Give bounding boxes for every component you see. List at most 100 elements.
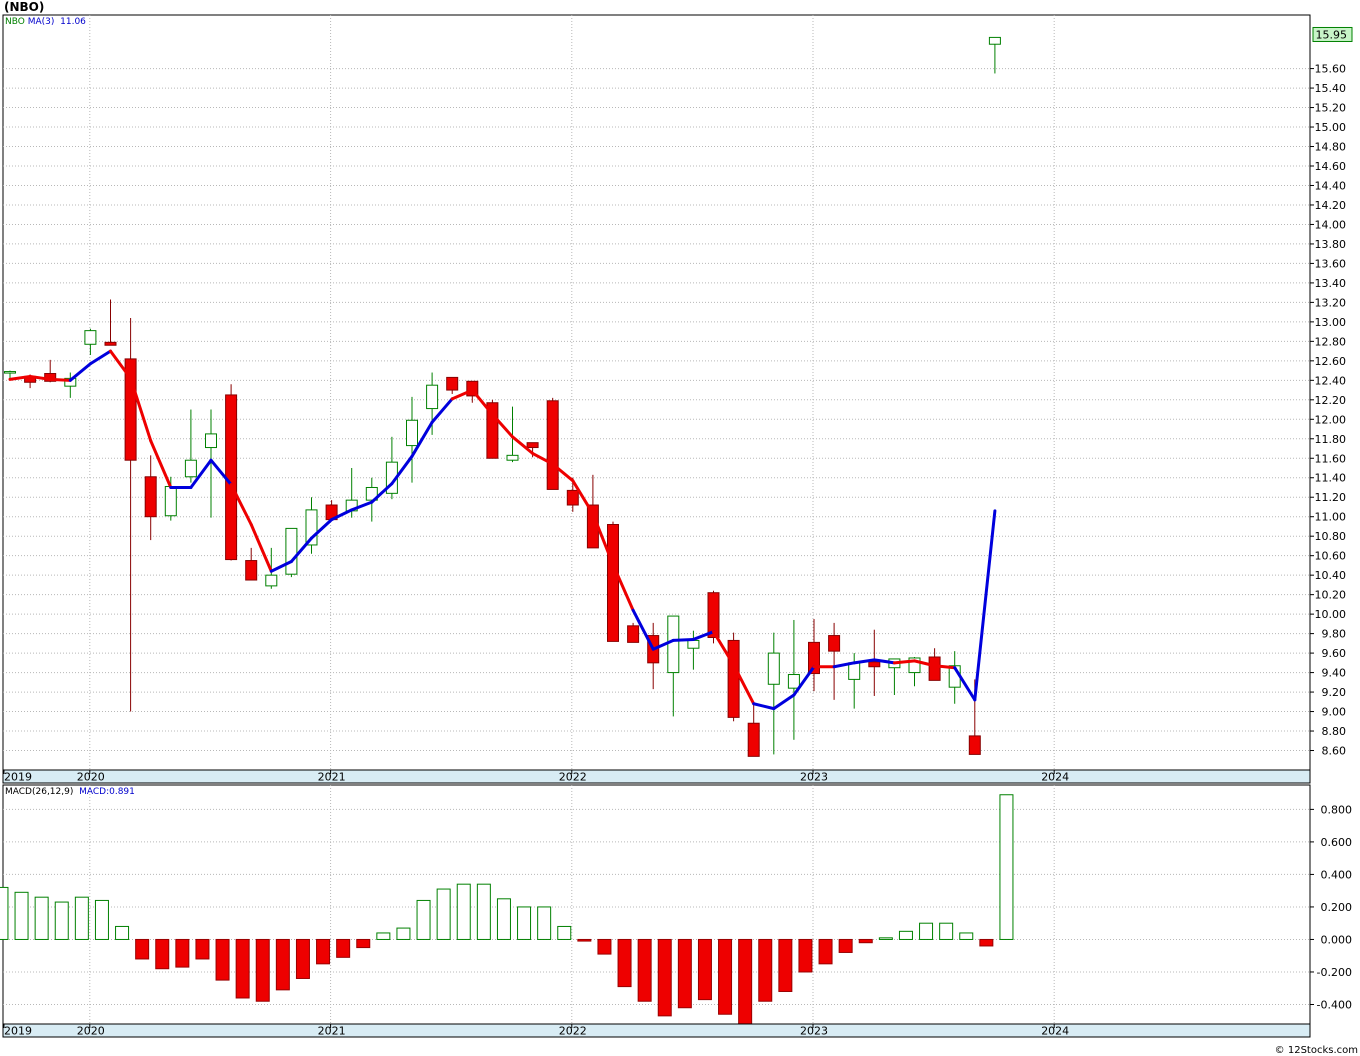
macd-legend: MACD(26,12,9) MACD:0.891: [5, 787, 135, 797]
macd-bar: [0, 886, 9, 940]
site-credit: © 12Stocks.com: [1274, 1045, 1358, 1056]
macd-panel: 0.800 0.600 0.400 0.200 0.000 -0.200 -0.400 201…: [0, 784, 1353, 1038]
price-tick-label: 14.60: [1315, 160, 1347, 173]
macd-bar: [496, 898, 511, 940]
macd-tick-label: -0.200: [1317, 966, 1352, 979]
macd-bar: [959, 932, 974, 940]
legend-macd-value: MACD:0.891: [79, 787, 135, 797]
price-tick-label: 12.20: [1315, 394, 1347, 407]
candle-body: [607, 524, 619, 642]
stock-chart: 8.60 8.80 9.00 9.20 9.40 9.60 9.80 10.00 10.20 10…: [0, 14, 1353, 1038]
macd-bar: [939, 922, 954, 940]
macd-tick-label: 0.200: [1321, 901, 1353, 914]
macd-tick-label: 0.000: [1321, 933, 1353, 946]
price-tick-label: 13.60: [1315, 257, 1347, 270]
price-x-tick-label: 2022: [559, 771, 587, 784]
price-tick-label: 15.40: [1315, 82, 1347, 95]
macd-bar: [718, 938, 733, 1015]
price-x-tick-label: 2021: [318, 771, 346, 784]
candle-body: [526, 442, 539, 449]
price-tick-label: 9.00: [1322, 706, 1347, 719]
macd-bar: [818, 938, 833, 965]
macd-x-tick-label: 2022: [559, 1025, 587, 1038]
macd-bar: [979, 938, 994, 947]
macd-bar: [758, 938, 773, 1002]
candle-body: [184, 459, 197, 478]
candle: [225, 384, 238, 561]
price-tick-label: 10.80: [1315, 530, 1347, 543]
macd-bar: [155, 938, 170, 970]
macd-tick-label: 0.400: [1321, 868, 1353, 881]
macd-bar: [617, 938, 632, 988]
price-tick-label: 11.80: [1315, 433, 1347, 446]
macd-bar: [34, 896, 49, 940]
macd-bar: [738, 938, 753, 1025]
macd-x-tick-label: 2021: [318, 1025, 346, 1038]
price-tick-label: 8.80: [1322, 725, 1347, 738]
price-tick-label: 9.20: [1322, 686, 1347, 699]
price-tick-label: 10.40: [1315, 569, 1347, 582]
candle-body: [104, 341, 117, 346]
price-tick-label: 15.20: [1315, 102, 1347, 115]
price-tick-label: 13.40: [1315, 277, 1347, 290]
price-tick-label: 14.40: [1315, 179, 1347, 192]
macd-bar: [557, 925, 572, 940]
macd-bar: [275, 938, 290, 991]
candle: [727, 632, 740, 722]
macd-bar: [657, 938, 672, 1017]
candle: [546, 397, 559, 490]
price-tick-label: 12.60: [1315, 355, 1347, 368]
candle-body: [4, 371, 16, 374]
candle-body: [928, 656, 941, 681]
legend-ma-label: MA(3): [27, 17, 55, 27]
candle-body: [828, 635, 841, 652]
price-x-tick-label: 2024: [1041, 771, 1069, 784]
price-tick-label: 13.00: [1315, 316, 1347, 329]
macd-bar: [376, 932, 391, 940]
macd-bar: [597, 938, 612, 955]
macd-bar: [195, 938, 210, 960]
macd-bar: [94, 899, 109, 940]
candle-body: [406, 419, 418, 447]
price-tick-label: 12.00: [1315, 413, 1347, 426]
last-price-label: 15.95: [1316, 28, 1348, 41]
candle-body: [285, 527, 298, 575]
macd-bar: [999, 794, 1014, 940]
candle-body: [687, 639, 700, 649]
candle-body: [727, 639, 740, 718]
macd-x-tick-label: 2020: [77, 1025, 105, 1038]
macd-bar: [798, 938, 813, 973]
price-x-tick-label: 2020: [77, 771, 105, 784]
macd-bar: [778, 938, 793, 992]
macd-bar: [255, 938, 270, 1002]
candle-body: [848, 662, 861, 680]
macd-bar: [919, 922, 934, 940]
macd-x-tick-label: 2024: [1041, 1025, 1069, 1038]
candle-body: [164, 486, 177, 517]
macd-bar: [637, 938, 652, 1002]
price-tick-label: 11.40: [1315, 472, 1347, 485]
macd-bar: [878, 937, 893, 940]
macd-bar: [537, 906, 552, 940]
candle-body: [205, 433, 217, 449]
macd-bar: [436, 888, 451, 940]
macd-plot-area: [2, 784, 1311, 1025]
price-tick-label: 11.00: [1315, 511, 1347, 524]
legend-ma-value: 11.06: [60, 17, 86, 27]
price-tick-label: 12.40: [1315, 374, 1347, 387]
price-x-tick-label: 2019: [4, 771, 32, 784]
macd-bar: [336, 938, 351, 958]
candle: [285, 527, 298, 578]
price-legend: NBO MA(3) 11.06: [5, 17, 86, 27]
macd-bar: [898, 930, 913, 940]
candle-body: [446, 376, 459, 391]
price-panel: 8.60 8.80 9.00 9.20 9.40 9.60 9.80 10.00 10.20 10…: [2, 14, 1353, 784]
ma-line-segment: [933, 664, 957, 670]
candle-body: [747, 722, 760, 757]
macd-bar: [517, 906, 532, 940]
macd-bar: [295, 938, 310, 979]
candle: [607, 521, 619, 642]
macd-bar: [74, 896, 89, 940]
candle-body: [566, 489, 579, 506]
macd-bar: [838, 938, 853, 953]
